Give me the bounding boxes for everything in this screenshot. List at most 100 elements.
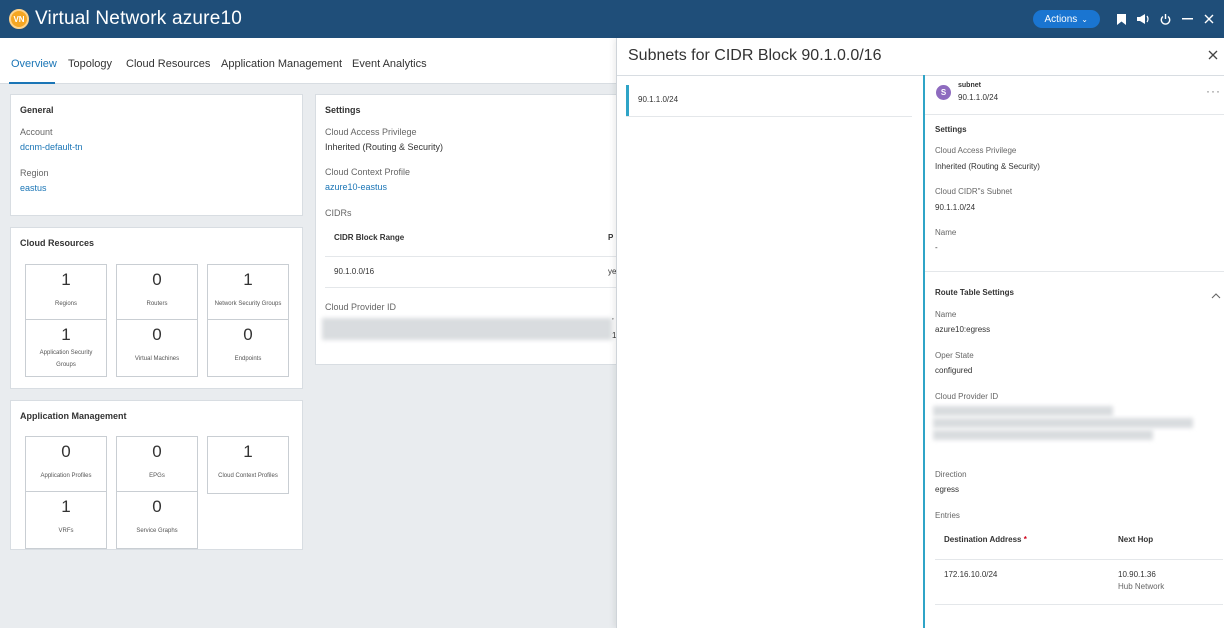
entry-next-hop: 10.90.1.36 (1118, 570, 1156, 579)
tile-endpoints[interactable]: 0 Endpoints (207, 319, 289, 377)
subnet-detail: S subnet 90.1.1.0/24 ··· Settings Cloud … (925, 76, 1224, 628)
cloud-access-privilege-label: Cloud Access Privilege (325, 127, 417, 137)
name-label: Name (935, 228, 957, 237)
required-marker: * (1023, 535, 1027, 544)
card-title: Application Management (20, 411, 127, 421)
general-card: General Account dcnm-default-tn Region e… (10, 94, 303, 216)
tile-application-security-groups[interactable]: 1 Application Security Groups (25, 319, 107, 377)
tile-value: 1 (243, 442, 253, 461)
cloud-access-privilege-value: Inherited (Routing & Security) (325, 142, 444, 152)
subnet-list-item-label: 90.1.1.0/24 (638, 95, 679, 104)
tile-label: Network Security Groups (214, 301, 282, 307)
redacted-provider-id (322, 318, 612, 340)
tab-cloud-resources[interactable]: Cloud Resources (126, 58, 210, 70)
tab-event-analytics[interactable]: Event Analytics (352, 58, 427, 70)
region-label: Region (20, 168, 49, 178)
divider (925, 114, 1224, 115)
tile-value: 1 (243, 270, 253, 289)
cloud-access-privilege-label: Cloud Access Privilege (935, 146, 1017, 155)
cloud-context-profile-link[interactable]: azure10-eastus (325, 182, 387, 192)
tile-label: Application Security Groups (39, 350, 93, 368)
close-icon[interactable] (1198, 0, 1220, 38)
page-title: Virtual Network azure10 (35, 8, 243, 29)
route-table-settings-heading: Route Table Settings (935, 288, 1014, 297)
card-title: Cloud Resources (20, 238, 95, 248)
tile-value: 0 (152, 442, 162, 461)
power-icon[interactable] (1154, 0, 1176, 38)
tile-value: 1 (61, 270, 71, 289)
tile-label: Cloud Context Profiles (218, 473, 278, 479)
tile-label: Virtual Machines (134, 356, 180, 362)
subnet-list-item[interactable]: 90.1.1.0/24 (626, 85, 912, 117)
more-options-icon[interactable]: ··· (1206, 84, 1221, 98)
next-hop-header: Next Hop (1118, 535, 1154, 544)
divider (935, 604, 1223, 605)
cidr-subnet-label: Cloud CIDR"s Subnet (935, 187, 1013, 196)
tile-label: Routers (146, 301, 168, 307)
subnets-panel: Subnets for CIDR Block 90.1.0.0/16 90.1.… (616, 38, 1224, 628)
tile-label: EPGs (149, 473, 165, 479)
actions-button[interactable]: Actions ⌄ (1032, 10, 1100, 28)
redacted-provider-id (933, 406, 1113, 416)
tile-value: 0 (152, 497, 162, 516)
tile-label: VRFs (58, 528, 74, 534)
settings-heading: Settings (935, 125, 967, 134)
cidrs-label: CIDRs (325, 208, 352, 218)
tile-routers[interactable]: 0 Routers (116, 264, 198, 322)
tab-overview[interactable]: Overview (11, 58, 57, 70)
region-link[interactable]: eastus (20, 183, 47, 193)
announcement-icon[interactable] (1132, 0, 1154, 38)
destination-address-header: Destination Address * (944, 535, 1027, 544)
tile-epgs[interactable]: 0 EPGs (116, 436, 198, 494)
cidr-column-header: CIDR Block Range (334, 233, 405, 242)
tile-label: Endpoints (234, 356, 262, 362)
tile-virtual-machines[interactable]: 0 Virtual Machines (116, 319, 198, 377)
name-value: - (935, 243, 938, 252)
tile-regions[interactable]: 1 Regions (25, 264, 107, 322)
minimize-icon[interactable] (1176, 0, 1198, 38)
card-title: Settings (325, 105, 361, 115)
title-bar: VN Virtual Network azure10 Actions ⌄ (0, 0, 1224, 38)
card-title: General (20, 105, 54, 115)
chevron-up-icon[interactable] (1211, 286, 1221, 304)
tile-value: 0 (152, 325, 162, 344)
oper-state-value: configured (935, 366, 973, 375)
virtual-network-icon: VN (9, 9, 29, 29)
tile-network-security-groups[interactable]: 1 Network Security Groups (207, 264, 289, 322)
cloud-provider-id-label: Cloud Provider ID (935, 392, 999, 401)
tile-label: Regions (54, 301, 77, 307)
cloud-access-privilege-value: Inherited (Routing & Security) (935, 162, 1040, 171)
actions-label: Actions (1044, 13, 1078, 25)
tile-value: 0 (243, 325, 253, 344)
close-icon[interactable] (1208, 47, 1218, 64)
tile-value: 0 (61, 442, 71, 461)
direction-value: egress (935, 485, 960, 494)
cidr-subnet-value: 90.1.1.0/24 (935, 203, 976, 212)
account-link[interactable]: dcnm-default-tn (20, 142, 83, 152)
destination-address-header-label: Destination Address (944, 535, 1022, 544)
divider (925, 271, 1224, 272)
tile-service-graphs[interactable]: 0 Service Graphs (116, 491, 198, 549)
active-tab-indicator (9, 82, 55, 84)
tile-cloud-context-profiles[interactable]: 1 Cloud Context Profiles (207, 436, 289, 494)
tile-vrfs[interactable]: 1 VRFs (25, 491, 107, 549)
tab-application-management[interactable]: Application Management (221, 58, 342, 70)
bookmark-icon[interactable] (1110, 0, 1132, 38)
account-label: Account (20, 127, 53, 137)
route-table-name-label: Name (935, 310, 957, 319)
tile-label: Application Profiles (40, 473, 92, 479)
cidr-row-value[interactable]: 90.1.0.0/16 (334, 267, 374, 276)
tab-topology[interactable]: Topology (68, 58, 112, 70)
route-table-name-value: azure10:egress (935, 325, 991, 334)
tile-value: 1 (61, 497, 71, 516)
tile-value: 0 (152, 270, 162, 289)
divider (935, 559, 1223, 560)
entry-next-hop-network: Hub Network (1118, 582, 1165, 591)
divider (626, 116, 912, 117)
tile-value: 1 (61, 325, 71, 344)
tile-application-profiles[interactable]: 0 Application Profiles (25, 436, 107, 494)
settings-card: Settings Cloud Access Privilege Inherite… (315, 94, 625, 365)
object-kind: subnet (958, 82, 981, 89)
entry-destination: 172.16.10.0/24 (944, 570, 998, 579)
redacted-provider-id (933, 418, 1193, 428)
